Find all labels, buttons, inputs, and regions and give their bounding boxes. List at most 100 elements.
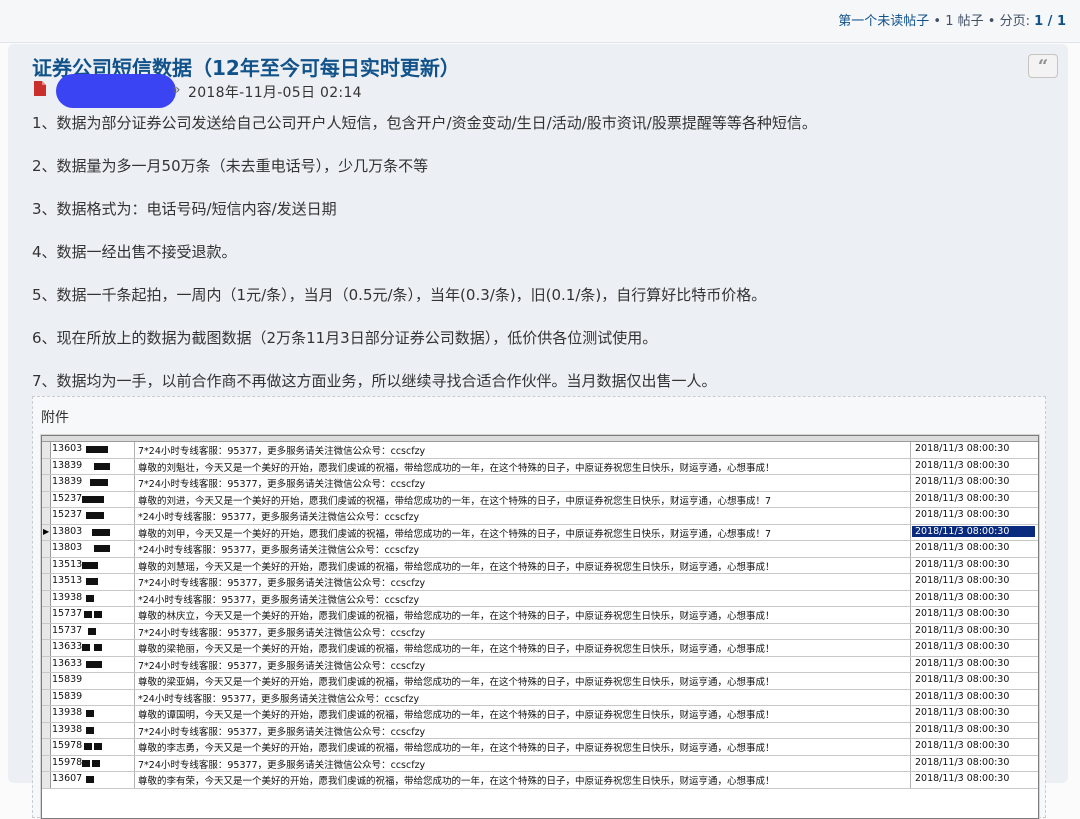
table-row: 13603 7*24小时专线客服：95377，更多服务请关注微信公众号：ccscf… xyxy=(42,442,1038,459)
row-selector xyxy=(42,590,51,606)
phone-cell: 15839 xyxy=(52,674,83,685)
row-selector xyxy=(42,557,51,573)
column-divider xyxy=(910,541,911,557)
column-divider xyxy=(134,640,135,656)
phone-redaction xyxy=(86,776,94,783)
table-row: 15237 尊敬的刘进，今天又是一个美好的开始，愿我们虔诚的祝福，带给您成功的一年… xyxy=(42,491,1038,508)
phone-redaction xyxy=(94,462,110,470)
topic-action-bar: 第一个未读帖子 • 1 帖子 • 分页: 1 / 1 xyxy=(0,0,1080,43)
date-cell: 2018/11/3 08:00:30 xyxy=(915,657,1010,669)
separator: • xyxy=(987,14,996,29)
date-cell: 2018/11/3 08:00:30 xyxy=(915,723,1010,735)
sms-cell: 7*24小时专线客服：95377，更多服务请关注微信公众号：ccscfzy xyxy=(138,759,426,771)
first-unread-link[interactable]: 第一个未读帖子 xyxy=(838,14,929,29)
sms-cell: 7*24小时专线客服：95377，更多服务请关注微信公众号：ccscfzy xyxy=(138,726,426,738)
quote-icon: “ xyxy=(1037,56,1049,77)
page-indicator[interactable]: 1 / 1 xyxy=(1034,14,1066,29)
column-divider xyxy=(910,706,911,722)
table-row: 13513 尊敬的刘慧瑶，今天又是一个美好的开始，愿我们虔诚的祝福，带给您成功的一… xyxy=(42,557,1038,574)
phone-redaction xyxy=(82,561,98,569)
column-divider xyxy=(134,656,135,672)
row-selector xyxy=(42,772,51,788)
attachment-image[interactable]: 13603 7*24小时专线客服：95377，更多服务请关注微信公众号：ccscf… xyxy=(41,435,1039,819)
row-selector xyxy=(42,656,51,672)
row-selector xyxy=(42,689,51,705)
phone-cell: 15839 xyxy=(52,690,83,702)
sms-cell: 7*24小时专线客服：95377，更多服务请关注微信公众号：ccscfzy xyxy=(138,627,426,639)
row-selector xyxy=(42,442,51,458)
date-cell: 2018/11/3 08:00:30 xyxy=(915,591,1010,603)
column-divider xyxy=(134,623,135,639)
table-row: 15839 尊敬的梁亚娟，今天又是一个美好的开始，愿我们虔诚的祝福，带给您成功的一… xyxy=(42,673,1038,690)
sms-cell: 7*24小时专线客服：95377，更多服务请关注微信公众号：ccscfzy xyxy=(138,578,426,589)
column-divider xyxy=(134,590,135,606)
date-cell: 2018/11/3 08:00:30 xyxy=(915,476,1010,487)
column-divider xyxy=(134,442,135,458)
current-row-icon: ▶ xyxy=(43,526,50,536)
table-row: 13803 *24小时专线客服：95377，更多服务请关注微信公众号：ccscfz… xyxy=(42,541,1038,558)
table-row: 13607 尊敬的李有荣，今天又是一个美好的开始，愿我们虔诚的祝福，带给您成功的一… xyxy=(42,772,1038,789)
column-divider xyxy=(134,508,135,524)
phone-redaction xyxy=(92,759,100,767)
post: 证券公司短信数据（12年至今可每日实时更新） “ » 2018年-11月-05日… xyxy=(8,44,1068,819)
sms-cell: *24小时专线客服：95377，更多服务请关注微信公众号：ccscfzy xyxy=(138,512,420,523)
phone-redaction xyxy=(84,743,92,750)
row-selector xyxy=(42,607,51,623)
column-divider xyxy=(910,689,911,705)
row-selector xyxy=(42,508,51,524)
column-divider xyxy=(910,640,911,656)
phone-redaction xyxy=(94,611,102,618)
sms-cell: 尊敬的刘甲，今天又是一个美好的开始，愿我们虔诚的祝福，带给您成功的一年，在这个特… xyxy=(138,528,772,540)
column-divider xyxy=(910,574,911,590)
phone-redaction xyxy=(86,660,94,668)
phone-redaction xyxy=(94,545,110,552)
phone-redaction xyxy=(90,479,108,486)
phone-redaction xyxy=(82,759,90,767)
phone-redaction xyxy=(94,644,102,651)
column-divider xyxy=(134,689,135,705)
phone-cell: 13633 xyxy=(52,641,83,652)
sms-cell: 尊敬的刘魁壮，今天又是一个美好的开始，愿我们虔诚的祝福，带给您成功的一年，在这个… xyxy=(138,462,775,474)
column-divider xyxy=(134,607,135,623)
row-selector xyxy=(42,673,51,689)
date-cell: 2018/11/3 08:00:30 xyxy=(915,492,1010,504)
column-divider xyxy=(134,491,135,507)
paragraph: 3、数据格式为：电话号码/短信内容/发送日期 xyxy=(32,200,337,218)
phone-redaction xyxy=(82,644,90,651)
table-row: ▶ 13803 尊敬的刘甲，今天又是一个美好的开始，愿我们虔诚的祝福，带给您成功的一… xyxy=(42,524,1038,541)
column-divider xyxy=(910,508,911,524)
table-row: 13839 7*24小时专线客服：95377，更多服务请关注微信公众号：ccscf… xyxy=(42,475,1038,492)
sms-cell: *24小时专线客服：95377，更多服务请关注微信公众号：ccscfzy xyxy=(138,545,420,556)
column-divider xyxy=(910,656,911,672)
row-selector xyxy=(42,623,51,639)
phone-redaction xyxy=(94,495,104,503)
row-selector xyxy=(42,755,51,771)
phone-cell: 13839 xyxy=(52,459,83,471)
column-divider xyxy=(134,458,135,474)
sms-cell: *24小时专线客服：95377，更多服务请关注微信公众号：ccscfzy xyxy=(138,693,420,705)
post-content: 1、数据为部分证券公司发送给自己公司开户人短信，包含开户/资金变动/生日/活动/… xyxy=(32,112,1042,413)
column-divider xyxy=(134,755,135,771)
date-cell: 2018/11/3 08:00:30 xyxy=(915,459,1010,471)
post-file-icon[interactable] xyxy=(34,81,46,96)
column-divider xyxy=(134,706,135,722)
sms-cell: 尊敬的李志勇，今天又是一个美好的开始，愿我们虔诚的祝福，带给您成功的一年，在这个… xyxy=(138,743,775,754)
column-divider xyxy=(134,722,135,738)
table-row: 15237 *24小时专线客服：95377，更多服务请关注微信公众号：ccscfz… xyxy=(42,508,1038,525)
table-row: 13513 7*24小时专线客服：95377，更多服务请关注微信公众号：ccscf… xyxy=(42,574,1038,591)
column-divider xyxy=(910,524,911,540)
paragraph: 5、数据一千条起拍，一周内（1元/条），当月（0.5元/条），当年(0.3/条)… xyxy=(32,286,767,304)
table-row: 15737 7*24小时专线客服：95377，更多服务请关注微信公众号：ccscf… xyxy=(42,623,1038,640)
date-cell: 2018/11/3 08:00:30 xyxy=(915,575,1010,586)
sms-cell: 7*24小时专线客服：95377，更多服务请关注微信公众号：ccscfzy xyxy=(138,479,426,490)
date-cell: 2018/11/3 08:00:30 xyxy=(915,542,1010,553)
column-divider xyxy=(910,739,911,755)
sheet-rows: 13603 7*24小时专线客服：95377，更多服务请关注微信公众号：ccscf… xyxy=(42,442,1038,789)
table-row: 13938 尊敬的谭国明，今天又是一个美好的开始，愿我们虔诚的祝福，带给您成功的一… xyxy=(42,706,1038,723)
row-selector xyxy=(42,458,51,474)
column-divider xyxy=(134,475,135,491)
column-divider xyxy=(134,739,135,755)
quote-button[interactable]: “ xyxy=(1028,54,1058,78)
column-divider xyxy=(910,491,911,507)
sms-cell: 尊敬的谭国明，今天又是一个美好的开始，愿我们虔诚的祝福，带给您成功的一年，在这个… xyxy=(138,710,775,721)
